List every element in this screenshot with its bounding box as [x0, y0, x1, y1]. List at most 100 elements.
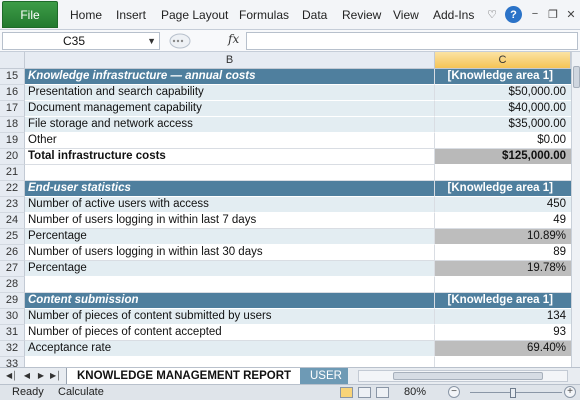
- formula-bar: C35 ▼ fx: [0, 30, 580, 52]
- cell-c[interactable]: [435, 165, 571, 181]
- prev-sheet-icon[interactable]: ◀: [22, 370, 32, 382]
- cell-b[interactable]: Acceptance rate: [25, 341, 435, 357]
- last-sheet-icon[interactable]: ▶│: [50, 370, 61, 382]
- cell-b[interactable]: Number of pieces of content accepted: [25, 325, 435, 341]
- cell-c[interactable]: 89: [435, 245, 571, 261]
- tab-insert[interactable]: Insert: [116, 8, 146, 22]
- zoom-slider-thumb[interactable]: [510, 388, 516, 398]
- zoom-out-button[interactable]: −: [448, 386, 460, 398]
- row-number[interactable]: 25: [0, 229, 25, 245]
- cell-b[interactable]: End-user statistics: [25, 181, 435, 197]
- cell-c[interactable]: 93: [435, 325, 571, 341]
- row-number[interactable]: 24: [0, 213, 25, 229]
- row-number[interactable]: 26: [0, 245, 25, 261]
- row-number[interactable]: 29: [0, 293, 25, 309]
- cell-b[interactable]: Document management capability: [25, 101, 435, 117]
- cell-c[interactable]: $125,000.00: [435, 149, 571, 165]
- status-calculate[interactable]: Calculate: [58, 385, 104, 400]
- cell-b[interactable]: Total infrastructure costs: [25, 149, 435, 165]
- cell-b[interactable]: Number of users logging in within last 7…: [25, 213, 435, 229]
- cell-b[interactable]: [25, 277, 435, 293]
- tab-view[interactable]: View: [393, 8, 419, 22]
- close-icon[interactable]: ✕: [563, 6, 579, 22]
- row-number[interactable]: 22: [0, 181, 25, 197]
- row-number[interactable]: 16: [0, 85, 25, 101]
- row-number[interactable]: 17: [0, 101, 25, 117]
- tab-review[interactable]: Review: [342, 8, 381, 22]
- cell-b[interactable]: Content submission: [25, 293, 435, 309]
- horizontal-scroll-thumb[interactable]: [393, 372, 543, 380]
- cell-c[interactable]: [Knowledge area 1]: [435, 181, 571, 197]
- normal-view-button[interactable]: [340, 387, 353, 398]
- cell-b[interactable]: Number of users logging in within last 3…: [25, 245, 435, 261]
- zoom-in-button[interactable]: +: [564, 386, 576, 398]
- row-number[interactable]: 21: [0, 165, 25, 181]
- cell-c[interactable]: [Knowledge area 1]: [435, 69, 571, 85]
- worksheet-grid[interactable]: 15 Knowledge infrastructure — annual cost…: [0, 69, 571, 367]
- vertical-scrollbar[interactable]: [571, 52, 580, 367]
- cell-c[interactable]: 69.40%: [435, 341, 571, 357]
- row-number[interactable]: 30: [0, 309, 25, 325]
- name-box[interactable]: C35 ▼: [2, 32, 160, 50]
- cell-b[interactable]: Presentation and search capability: [25, 85, 435, 101]
- tab-page-layout[interactable]: Page Layout: [161, 8, 228, 22]
- cell-c[interactable]: 10.89%: [435, 229, 571, 245]
- cell-b[interactable]: File storage and network access: [25, 117, 435, 133]
- page-break-view-button[interactable]: [376, 387, 389, 398]
- file-tab[interactable]: File: [2, 1, 58, 28]
- help-icon[interactable]: ?: [505, 6, 522, 23]
- select-all-corner[interactable]: [0, 52, 25, 69]
- row-number[interactable]: 18: [0, 117, 25, 133]
- tab-add-ins[interactable]: Add-Ins: [433, 8, 474, 22]
- zoom-level[interactable]: 80%: [404, 385, 426, 400]
- zoom-slider[interactable]: [470, 392, 562, 393]
- first-sheet-icon[interactable]: ◀│: [6, 370, 17, 382]
- cell-c[interactable]: [Knowledge area 1]: [435, 293, 571, 309]
- row-number[interactable]: 23: [0, 197, 25, 213]
- column-header-c[interactable]: C: [435, 52, 571, 69]
- cell-c[interactable]: 19.78%: [435, 261, 571, 277]
- vertical-scroll-thumb[interactable]: [573, 66, 580, 88]
- cell-c[interactable]: [435, 277, 571, 293]
- table-row: 21: [0, 165, 571, 181]
- row-number[interactable]: 33: [0, 357, 25, 367]
- row-number[interactable]: 28: [0, 277, 25, 293]
- cell-c[interactable]: [435, 357, 571, 367]
- row-number[interactable]: 19: [0, 133, 25, 149]
- next-sheet-icon[interactable]: ▶: [36, 370, 46, 382]
- cell-b[interactable]: Percentage: [25, 229, 435, 245]
- row-number[interactable]: 31: [0, 325, 25, 341]
- cell-b[interactable]: Number of pieces of content submitted by…: [25, 309, 435, 325]
- minimize-icon[interactable]: −: [527, 6, 543, 22]
- cell-c[interactable]: $50,000.00: [435, 85, 571, 101]
- cell-b[interactable]: [25, 165, 435, 181]
- cell-b[interactable]: Number of active users with access: [25, 197, 435, 213]
- page-layout-view-button[interactable]: [358, 387, 371, 398]
- column-header-b[interactable]: B: [25, 52, 435, 69]
- chevron-down-icon[interactable]: ▼: [147, 33, 156, 49]
- row-number[interactable]: 27: [0, 261, 25, 277]
- tab-home[interactable]: Home: [70, 8, 102, 22]
- cell-c[interactable]: $0.00: [435, 133, 571, 149]
- tab-formulas[interactable]: Formulas: [239, 8, 289, 22]
- cell-b[interactable]: Percentage: [25, 261, 435, 277]
- sheet-tab-knowledge-management-report[interactable]: KNOWLEDGE MANAGEMENT REPORT: [66, 368, 303, 385]
- cell-b[interactable]: [25, 357, 435, 367]
- cell-c[interactable]: 134: [435, 309, 571, 325]
- row-number[interactable]: 20: [0, 149, 25, 165]
- cell-b[interactable]: Other: [25, 133, 435, 149]
- restore-icon[interactable]: ❐: [545, 6, 561, 22]
- cell-c[interactable]: $35,000.00: [435, 117, 571, 133]
- row-number[interactable]: 32: [0, 341, 25, 357]
- cell-c[interactable]: 49: [435, 213, 571, 229]
- cell-c[interactable]: $40,000.00: [435, 101, 571, 117]
- insert-function-button[interactable]: fx: [228, 32, 239, 46]
- cell-b[interactable]: Knowledge infrastructure — annual costs: [25, 69, 435, 85]
- horizontal-scrollbar[interactable]: [358, 370, 568, 382]
- formula-input[interactable]: [246, 32, 578, 50]
- ribbon-collapse-icon[interactable]: ♡: [484, 6, 500, 22]
- tab-data[interactable]: Data: [302, 8, 327, 22]
- row-number[interactable]: 15: [0, 69, 25, 85]
- cell-c[interactable]: 450: [435, 197, 571, 213]
- sheet-tab-user[interactable]: USER: [300, 368, 348, 385]
